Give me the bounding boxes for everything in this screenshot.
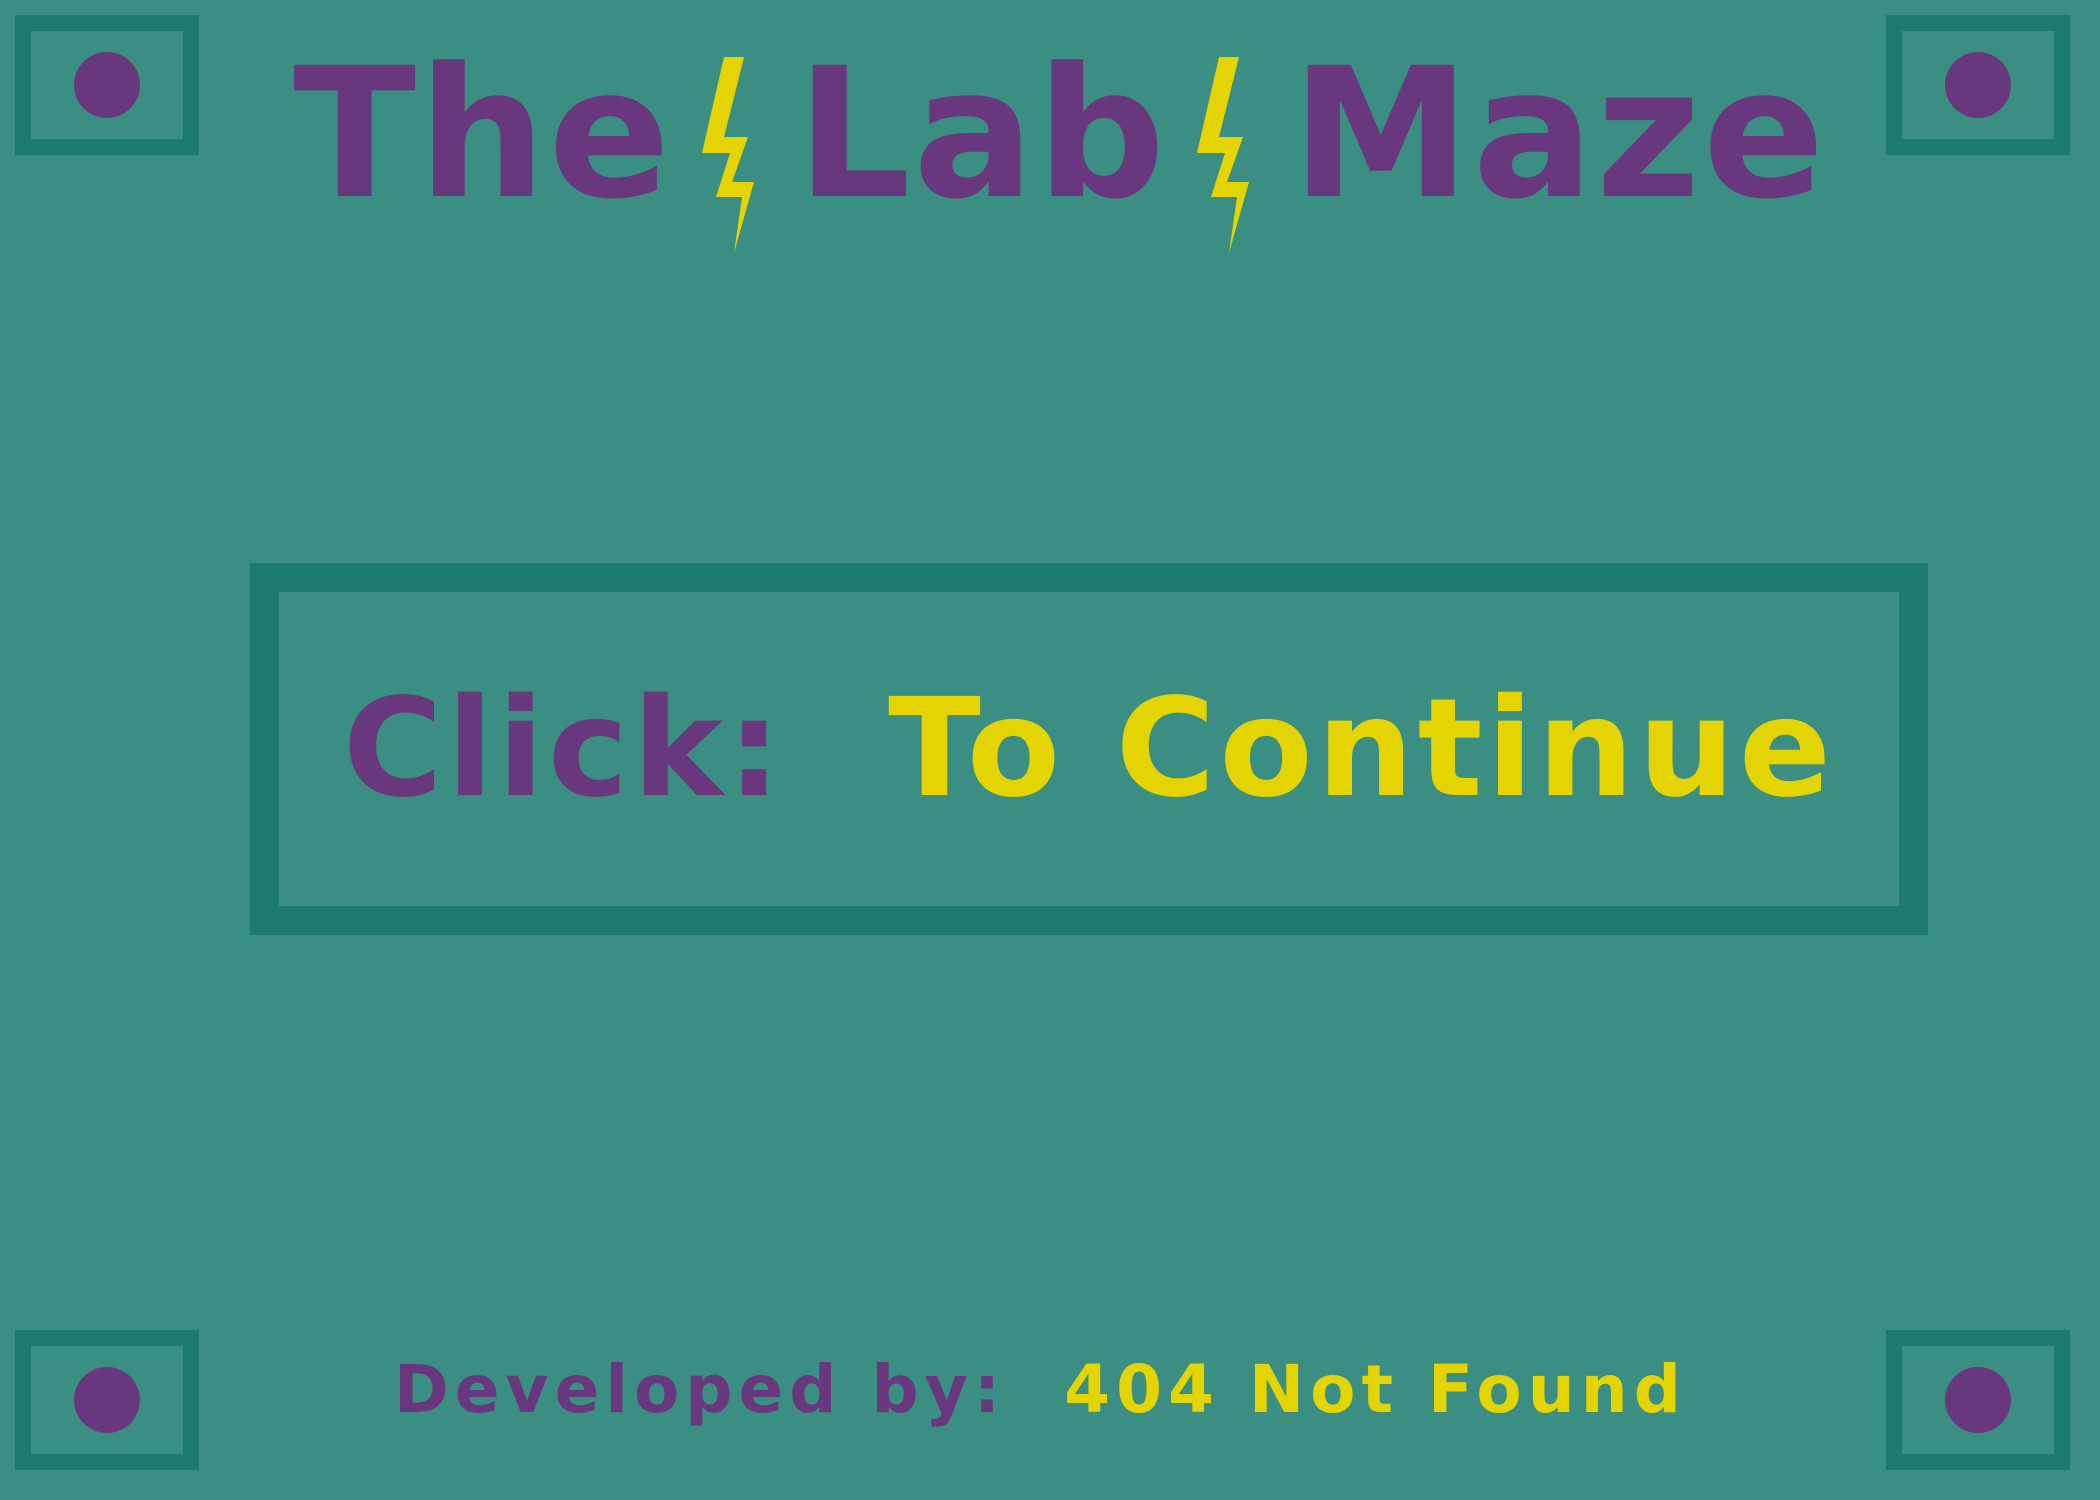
corner-frame-top-left bbox=[15, 15, 199, 155]
corner-frame-bottom-right bbox=[1886, 1330, 2070, 1470]
corner-dot bbox=[1945, 52, 2011, 118]
continue-prefix: Click: bbox=[342, 670, 786, 828]
credits: Developed by: 404 Not Found bbox=[394, 1350, 1681, 1429]
title-word-the: The bbox=[293, 30, 673, 239]
corner-dot bbox=[1945, 1367, 2011, 1433]
developer-name: 404 Not Found bbox=[1064, 1351, 1687, 1428]
corner-dot bbox=[74, 52, 140, 118]
continue-action: To Continue bbox=[888, 670, 1836, 828]
credits-label: Developed by: bbox=[394, 1351, 1007, 1428]
game-title: The Lab Maze bbox=[293, 30, 1825, 253]
click-to-continue-button[interactable]: Click: To Continue bbox=[250, 563, 1928, 935]
continue-prompt: Click: To Continue bbox=[343, 681, 1835, 817]
title-word-lab: Lab bbox=[796, 30, 1168, 239]
corner-dot bbox=[74, 1367, 140, 1433]
lightning-bolt-icon bbox=[702, 57, 755, 253]
title-word-maze: Maze bbox=[1291, 30, 1827, 239]
corner-frame-top-right bbox=[1886, 15, 2070, 155]
lightning-bolt-icon bbox=[1197, 57, 1250, 253]
corner-frame-bottom-left bbox=[15, 1330, 199, 1470]
